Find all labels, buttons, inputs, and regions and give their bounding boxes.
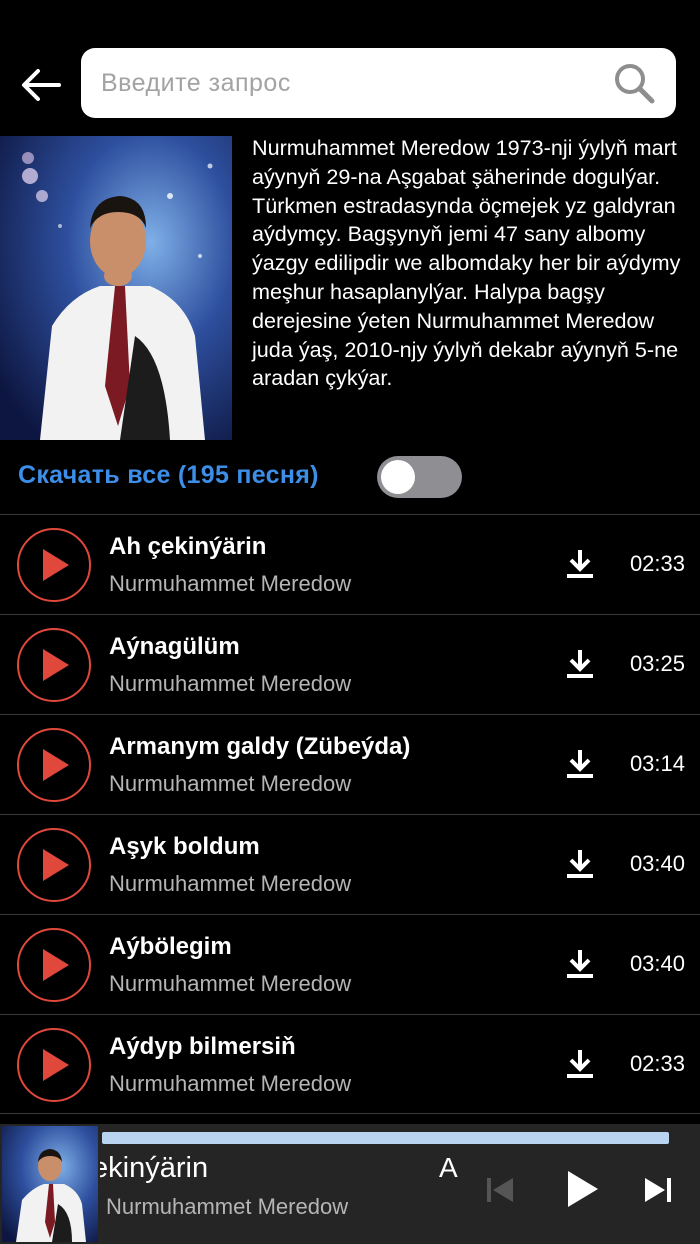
track-title: Ah çekinýärin <box>109 533 267 560</box>
track-row[interactable]: Aýbölegim Nurmuhammet Meredow 03:40 <box>0 914 700 1014</box>
search-icon[interactable] <box>612 61 656 105</box>
download-icon[interactable] <box>563 747 597 781</box>
track-row[interactable]: Aýnagülüm Nurmuhammet Meredow 03:25 <box>0 614 700 714</box>
track-title: Aýdyp bilmersiň <box>109 1033 296 1060</box>
player-title: Ah çekinýärin <box>100 1152 209 1184</box>
play-icon <box>43 549 69 581</box>
search-bar <box>81 48 676 118</box>
player-artist: Nurmuhammet Meredow <box>106 1194 349 1219</box>
track-artist: Nurmuhammet Meredow <box>109 671 352 696</box>
track-artist: Nurmuhammet Meredow <box>109 771 352 796</box>
track-artist: Nurmuhammet Meredow <box>109 1071 352 1096</box>
download-icon[interactable] <box>563 647 597 681</box>
track-list: Ah çekinýärin Nurmuhammet Meredow 02:33 … <box>0 514 700 1114</box>
download-icon[interactable] <box>563 847 597 881</box>
artist-bio: Nurmuhammet Meredow 1973-nji ýylyň mart … <box>252 135 681 391</box>
track-artist: Nurmuhammet Meredow <box>109 971 352 996</box>
track-duration: 03:40 <box>629 851 685 876</box>
track-row[interactable]: Ah çekinýärin Nurmuhammet Meredow 02:33 <box>0 514 700 614</box>
track-duration: 02:33 <box>629 551 685 576</box>
mini-player[interactable]: Ah çekinýärin A Nurmuhammet Meredow <box>0 1124 700 1244</box>
track-duration: 03:40 <box>629 951 685 976</box>
download-all-toggle[interactable] <box>377 456 462 498</box>
artist-photo <box>0 136 232 440</box>
track-row[interactable]: Aşyk boldum Nurmuhammet Meredow 03:40 <box>0 814 700 914</box>
track-artist: Nurmuhammet Meredow <box>109 571 352 596</box>
track-play-button[interactable] <box>17 828 91 902</box>
play-pause-button[interactable] <box>560 1166 604 1212</box>
back-arrow-icon <box>22 69 61 101</box>
track-title: Aşyk boldum <box>109 833 260 860</box>
toggle-knob <box>381 460 415 494</box>
play-icon <box>43 949 69 981</box>
track-play-button[interactable] <box>17 528 91 602</box>
track-play-button[interactable] <box>17 628 91 702</box>
play-icon <box>43 849 69 881</box>
track-artist: Nurmuhammet Meredow <box>109 871 352 896</box>
track-duration: 03:14 <box>629 751 685 776</box>
back-button[interactable] <box>18 62 64 108</box>
track-play-button[interactable] <box>17 1028 91 1102</box>
player-title-marquee-tail: A <box>439 1152 458 1183</box>
skip-next-icon <box>645 1178 671 1202</box>
track-duration: 03:25 <box>629 651 685 676</box>
track-title: Armanym galdy (Zübeýda) <box>109 733 411 760</box>
track-title: Aýnagülüm <box>109 633 240 660</box>
track-play-button[interactable] <box>17 728 91 802</box>
artist-info: Nurmuhammet Meredow 1973-nji ýylyň mart … <box>0 134 700 440</box>
previous-button[interactable] <box>480 1172 520 1208</box>
download-icon[interactable] <box>563 547 597 581</box>
track-row[interactable]: Armanym galdy (Zübeýda) Nurmuhammet Mere… <box>0 714 700 814</box>
next-button[interactable] <box>638 1172 678 1208</box>
download-all-label[interactable]: Скачать все (195 песня) <box>18 461 319 490</box>
play-icon <box>568 1171 598 1207</box>
skip-previous-icon <box>487 1178 513 1202</box>
track-duration: 02:33 <box>629 1051 685 1076</box>
player-artwork <box>2 1126 98 1242</box>
download-icon[interactable] <box>563 1047 597 1081</box>
download-all-row: Скачать все (195 песня) <box>0 452 700 502</box>
player-title-marquee: Ah çekinýärin <box>100 1152 430 1192</box>
play-icon <box>43 749 69 781</box>
track-title: Aýbölegim <box>109 933 232 960</box>
search-input[interactable] <box>101 68 612 98</box>
playback-progress-bar[interactable] <box>102 1132 669 1144</box>
play-icon <box>43 649 69 681</box>
download-icon[interactable] <box>563 947 597 981</box>
track-play-button[interactable] <box>17 928 91 1002</box>
track-row[interactable]: Aýdyp bilmersiň Nurmuhammet Meredow 02:3… <box>0 1014 700 1114</box>
top-bar <box>0 0 700 130</box>
play-icon <box>43 1049 69 1081</box>
